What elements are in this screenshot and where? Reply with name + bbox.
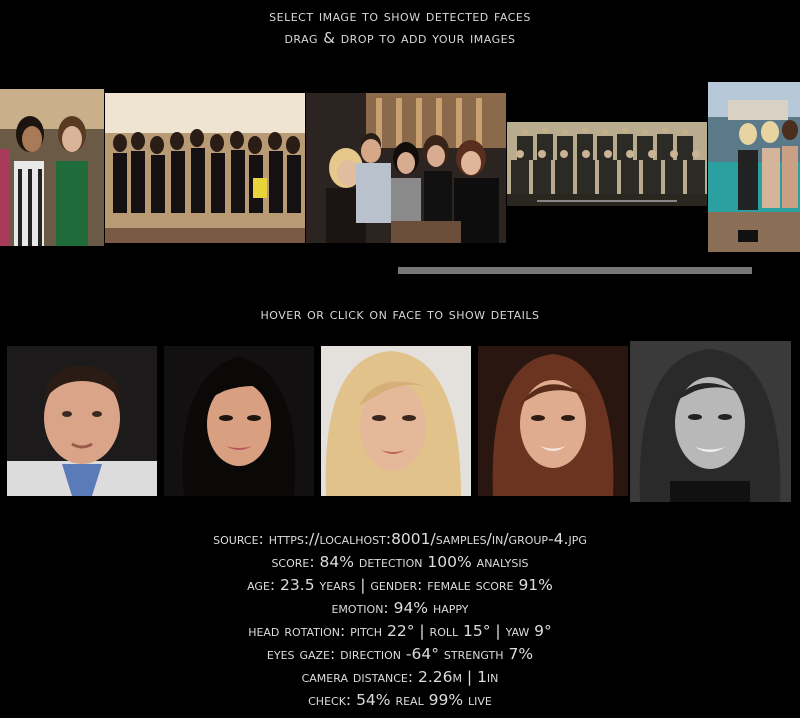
instruction-select-image: select image to show detected faces [269, 7, 531, 25]
gallery-image-2[interactable] [105, 93, 305, 243]
group-photo-icon [507, 122, 707, 206]
instruction-hover-face: hover or click on face to show details [260, 305, 540, 323]
detail-emotion: emotion: 94% happy [331, 599, 469, 617]
gallery-image-4[interactable] [507, 122, 707, 206]
gallery-image-3[interactable] [306, 93, 506, 243]
face-thumbnail-5[interactable] [630, 341, 791, 502]
group-photo-icon [306, 93, 506, 243]
face-thumbnail-1[interactable] [7, 346, 157, 496]
face-thumbnail-3[interactable] [321, 346, 471, 496]
gallery-image-1[interactable] [0, 89, 104, 246]
face-woman-blonde-icon [321, 346, 471, 496]
detail-age-gender: age: 23.5 years | gender: female score 9… [247, 576, 553, 594]
face-details-panel: source: https://localhost:8001/samples/i… [0, 528, 800, 712]
face-thumbnail-4[interactable] [478, 346, 628, 496]
detail-source: source: https://localhost:8001/samples/i… [213, 530, 587, 548]
instruction-drag-drop: drag & drop to add your images [284, 29, 516, 47]
gallery-scrollbar[interactable] [398, 267, 752, 274]
face-woman-dark-hair-icon [164, 346, 314, 496]
detail-camera-distance: camera distance: 2.26m | 1in [301, 668, 499, 686]
group-photo-icon [105, 93, 305, 243]
detail-eyes-gaze: eyes gaze: direction -64° strength 7% [266, 645, 534, 663]
group-photo-icon [0, 89, 104, 246]
face-woman-grayscale-icon [630, 341, 791, 502]
group-photo-icon [708, 82, 800, 252]
face-man-icon [7, 346, 157, 496]
face-woman-brunette-icon [478, 346, 628, 496]
face-thumbnail-2[interactable] [164, 346, 314, 496]
detail-head-rotation: head rotation: pitch 22° | roll 15° | ya… [248, 622, 552, 640]
detail-score: score: 84% detection 100% analysis [271, 553, 529, 571]
detail-check: check: 54% real 99% live [308, 691, 492, 709]
gallery-image-5[interactable] [708, 82, 800, 252]
